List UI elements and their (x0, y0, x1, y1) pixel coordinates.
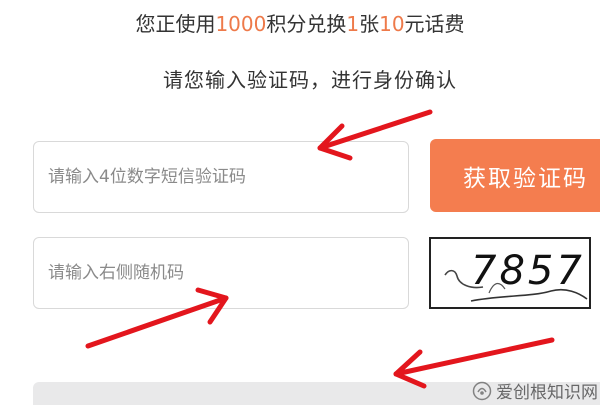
captcha-code: 7857 (471, 248, 585, 294)
captcha-image[interactable]: 7857 (429, 237, 591, 309)
watermark-text: 爱创根知识网 (496, 383, 598, 403)
summary-suffix: 元话费 (404, 12, 465, 36)
summary-points: 1000 (215, 12, 267, 36)
summary-value: 10 (379, 12, 405, 36)
captcha-input[interactable] (33, 237, 409, 309)
watermark-logo-icon (472, 381, 492, 400)
site-watermark: 爱创根知识网 (472, 378, 598, 403)
exchange-verification-page: 您正使用1000积分兑换1张10元话费 请您输入验证码，进行身份确认 获取验证码… (0, 0, 600, 405)
sms-code-input[interactable] (33, 141, 409, 213)
summary-count: 1 (346, 12, 360, 36)
summary-middle-2: 张 (359, 12, 380, 36)
summary-prefix: 您正使用 (135, 12, 216, 36)
summary-middle-1: 积分兑换 (266, 12, 347, 36)
exchange-summary: 您正使用1000积分兑换1张10元话费 (0, 8, 600, 37)
verification-instruction: 请您输入验证码，进行身份确认 (163, 68, 457, 92)
get-sms-code-button[interactable]: 获取验证码 (430, 139, 600, 212)
